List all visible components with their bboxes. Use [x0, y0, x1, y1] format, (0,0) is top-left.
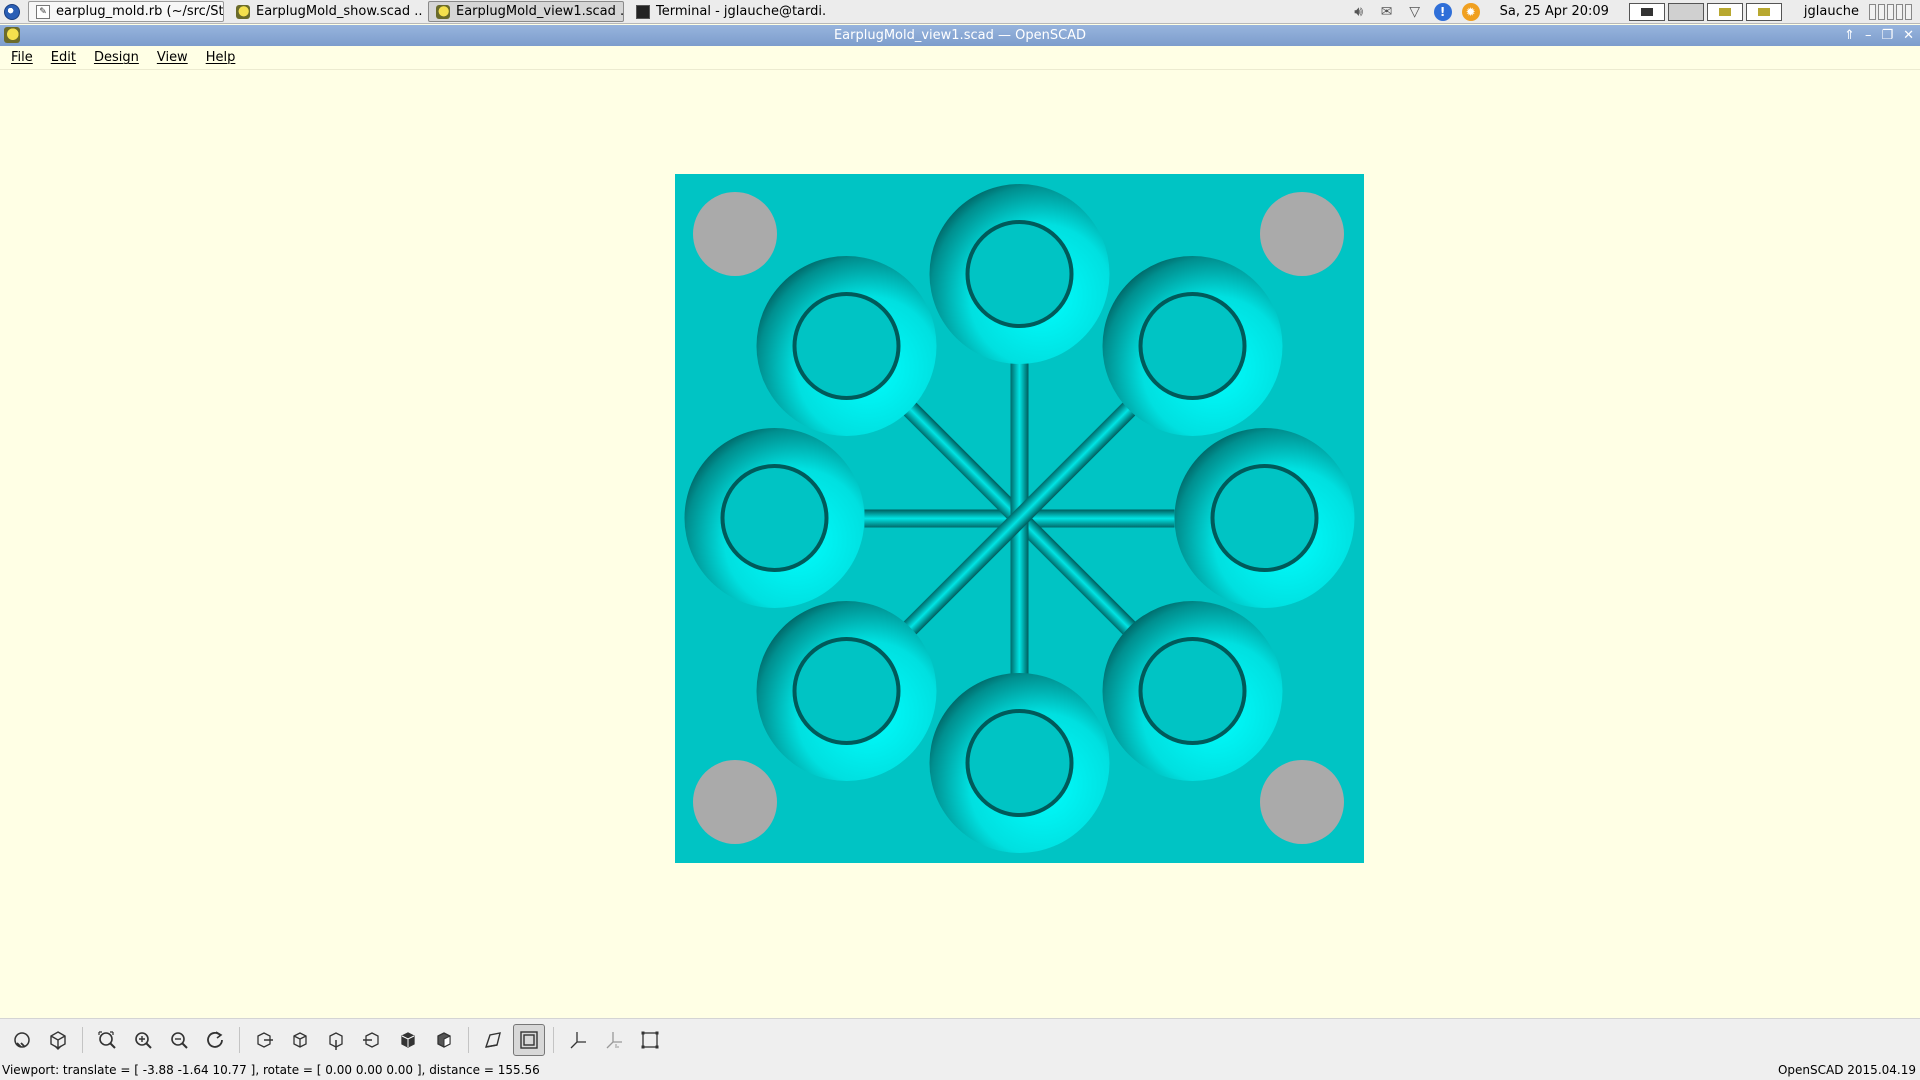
- perspective-icon: [484, 1031, 501, 1048]
- volume-icon[interactable]: 🔊︎: [1350, 4, 1368, 20]
- update-notifier-icon[interactable]: ✹: [1461, 2, 1480, 21]
- toolbar-separator: [239, 1026, 240, 1053]
- 3d-viewport[interactable]: [0, 71, 1920, 1018]
- start-menu-icon: [4, 3, 20, 20]
- task-label: Terminal - jglauche@tardi...: [656, 4, 828, 19]
- menu-file[interactable]: File: [4, 50, 40, 65]
- axes-icon: [570, 1031, 586, 1048]
- cpu-bar: [1887, 3, 1894, 20]
- cpu-bar: [1869, 3, 1876, 20]
- task-label: earplug_mold.rb (~/src/St...: [56, 4, 224, 19]
- minimize-window-icon[interactable]: –: [1865, 28, 1872, 43]
- openscad-app-icon[interactable]: [4, 27, 20, 43]
- view-top-icon: [293, 1031, 307, 1048]
- info-notification-icon[interactable]: !: [1433, 2, 1452, 21]
- start-menu-button[interactable]: [0, 0, 24, 24]
- viewport-toolbar: [0, 1018, 1920, 1060]
- taskbar-task-terminal[interactable]: Terminal - jglauche@tardi...: [628, 1, 828, 22]
- toolbar-separator: [553, 1026, 554, 1053]
- perspective-button[interactable]: [477, 1024, 509, 1056]
- alignment-pin: [693, 192, 777, 276]
- zoom-out-button[interactable]: [163, 1024, 195, 1056]
- viewport-status: Viewport: translate = [ -3.88 -1.64 10.7…: [2, 1063, 540, 1077]
- user-name[interactable]: jglauche: [1804, 4, 1859, 19]
- render-button[interactable]: [42, 1024, 74, 1056]
- clock[interactable]: Sa, 25 Apr 20:09: [1500, 4, 1609, 19]
- zoom-in-icon: [135, 1031, 152, 1049]
- reset-view-button[interactable]: [199, 1024, 231, 1056]
- view-all-icon: [98, 1030, 116, 1049]
- mail-icon[interactable]: ✉: [1378, 4, 1396, 20]
- window-controls: ⇑ – ❐ ✕: [1844, 25, 1914, 46]
- cpu-bar: [1878, 3, 1885, 20]
- view-right-icon: [257, 1031, 273, 1048]
- channel-group: [864, 363, 1175, 674]
- preview-icon: [14, 1031, 30, 1048]
- view-right-button[interactable]: [248, 1024, 280, 1056]
- close-window-icon[interactable]: ✕: [1903, 28, 1914, 43]
- toolbar-separator: [82, 1026, 83, 1053]
- maximize-window-icon[interactable]: ❐: [1881, 28, 1893, 43]
- menu-edit[interactable]: Edit: [44, 50, 83, 65]
- edges-icon: [641, 1031, 659, 1048]
- view-bottom-button[interactable]: [320, 1024, 352, 1056]
- window-titlebar[interactable]: EarplugMold_view1.scad — OpenSCAD ⇑ – ❐ …: [0, 25, 1920, 46]
- render-icon: [50, 1030, 66, 1050]
- view-left-button[interactable]: [356, 1024, 388, 1056]
- openscad-icon: [236, 4, 250, 19]
- system-tray: 🔊︎ ✉ ▽ ! ✹ Sa, 25 Apr 20:09 jglauche: [1350, 2, 1920, 21]
- earplug-mold-model: [675, 174, 1364, 863]
- openscad-icon: [436, 4, 450, 19]
- toolbar-separator: [468, 1026, 469, 1053]
- preview-button[interactable]: [6, 1024, 38, 1056]
- task-label: EarplugMold_show.scad ...: [256, 4, 424, 19]
- status-bar: Viewport: translate = [ -3.88 -1.64 10.7…: [0, 1060, 1920, 1080]
- taskbar-task-earplug-mold-rb[interactable]: ✎ earplug_mold.rb (~/src/St...: [28, 1, 224, 22]
- view-top-button[interactable]: [284, 1024, 316, 1056]
- orthogonal-icon: [520, 1030, 538, 1049]
- alignment-pin: [1260, 192, 1344, 276]
- workspace-3[interactable]: [1706, 2, 1743, 21]
- menu-design[interactable]: Design: [87, 50, 146, 65]
- task-label: EarplugMold_view1.scad ...: [456, 4, 624, 19]
- workspace-1[interactable]: [1628, 2, 1665, 21]
- terminal-icon: [636, 4, 650, 19]
- zoom-in-button[interactable]: [127, 1024, 159, 1056]
- workspace-2[interactable]: [1667, 2, 1704, 21]
- shade-window-icon[interactable]: ⇑: [1844, 28, 1855, 43]
- workspace-4[interactable]: [1745, 2, 1782, 21]
- alignment-pin: [1260, 760, 1344, 844]
- scale-markers-icon: [606, 1031, 622, 1048]
- view-back-icon: [437, 1031, 451, 1048]
- view-front-button[interactable]: [392, 1024, 424, 1056]
- view-all-button[interactable]: [91, 1024, 123, 1056]
- cpu-monitor: [1869, 3, 1912, 20]
- view-left-icon: [363, 1031, 379, 1048]
- menu-view[interactable]: View: [150, 50, 195, 65]
- taskbar-task-earplugmold-view1[interactable]: EarplugMold_view1.scad ...: [428, 1, 624, 22]
- taskbar: ✎ earplug_mold.rb (~/src/St... EarplugMo…: [0, 0, 1920, 24]
- view-front-icon: [401, 1031, 415, 1048]
- reset-view-icon: [207, 1030, 223, 1048]
- orthogonal-button[interactable]: [513, 1023, 545, 1056]
- view-back-button[interactable]: [428, 1024, 460, 1056]
- show-axes-button[interactable]: [562, 1024, 594, 1056]
- show-edges-button[interactable]: [634, 1024, 666, 1056]
- text-editor-icon: ✎: [36, 4, 50, 19]
- wifi-icon[interactable]: ▽: [1406, 4, 1424, 20]
- workspace-switcher: [1628, 2, 1782, 21]
- view-bottom-icon: [329, 1031, 343, 1050]
- taskbar-task-earplugmold-show[interactable]: EarplugMold_show.scad ...: [228, 1, 424, 22]
- window-title: EarplugMold_view1.scad — OpenSCAD: [833, 28, 1087, 43]
- version-label: OpenSCAD 2015.04.19: [1777, 1063, 1916, 1077]
- show-scale-markers-button[interactable]: [598, 1024, 630, 1056]
- cpu-bar: [1896, 3, 1903, 20]
- menu-help[interactable]: Help: [199, 50, 243, 65]
- menu-bar: File Edit Design View Help: [0, 46, 1920, 70]
- zoom-out-icon: [171, 1031, 188, 1049]
- cpu-bar: [1905, 3, 1912, 20]
- alignment-pin: [693, 760, 777, 844]
